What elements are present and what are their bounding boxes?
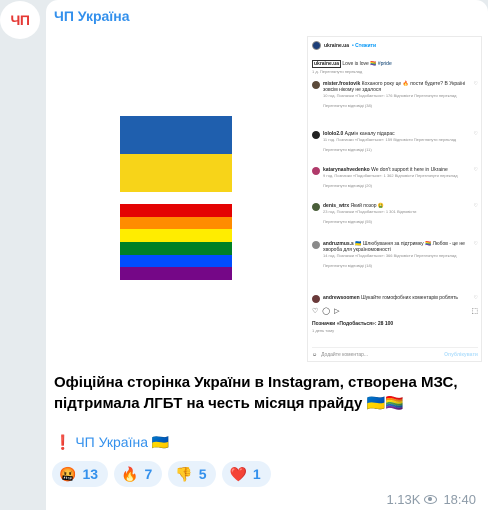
- channel-link[interactable]: ❗ ЧП Україна 🇺🇦: [54, 434, 169, 451]
- ig-comment: lololo2.0 Адмін каналу підарас 11 год. По…: [312, 131, 478, 153]
- emoji-icon: ☺: [312, 352, 318, 358]
- ig-action-bar: ♡ ◯ ▷ ⬚: [312, 307, 478, 315]
- eye-icon: [424, 495, 438, 504]
- ig-avatar: [312, 41, 321, 50]
- ig-caption-meta: 1 д. Переглянути переклад: [312, 69, 363, 74]
- ig-comment-avatar: [312, 131, 320, 139]
- views-count: 1.13K: [386, 492, 421, 507]
- reaction-button[interactable]: ❤️ 1: [222, 461, 271, 487]
- channel-link-text[interactable]: ЧП Україна 🇺🇦: [75, 434, 169, 450]
- rainbow-stripe: [120, 216, 232, 230]
- ig-date: 1 день тому: [312, 328, 335, 333]
- ig-comment-meta: 10 год. Позначки «Подобається»: 176 Відп…: [323, 93, 457, 98]
- ig-comment-replies: Переглянути відповіді (38): [323, 103, 373, 108]
- ig-comment: mister.frostovik Коханого року це 🔥 пост…: [312, 81, 478, 109]
- avatar-text: ЧП: [10, 12, 30, 28]
- reaction-count: 13: [82, 466, 99, 482]
- ig-comment-meta: 23 год. Позначки «Подобається»: 1 301 Ві…: [323, 209, 417, 214]
- rainbow-stripe: [120, 204, 232, 217]
- ig-comment-avatar: [312, 81, 320, 89]
- ig-comment-replies: Переглянути відповіді (11): [323, 147, 372, 152]
- like-icon: ♡: [312, 308, 319, 315]
- ig-username: ukraine.ua: [324, 42, 350, 49]
- ig-caption-user: ukraine.ua: [312, 60, 342, 68]
- share-icon: ▷: [334, 308, 340, 315]
- reaction-count: 1: [252, 466, 261, 482]
- ig-caption-tag: #pride: [377, 61, 392, 67]
- ig-comment: andruzmus.s 🇺🇦 Шлюбування за підтримку 🏳…: [312, 241, 478, 269]
- ukraine-flag: [120, 116, 232, 192]
- ig-caption: ukraine.ua Love is love 🏳️‍🌈 #pride 1 д.…: [312, 60, 478, 74]
- ig-comment: katarynashvedenko We don't support it he…: [312, 167, 478, 189]
- message-photo[interactable]: ukraine.ua • Стежити ukraine.ua Love is …: [54, 28, 482, 362]
- rainbow-stripe: [120, 267, 232, 280]
- reactions-bar: 🤬 13 🔥 7 👎 5 ❤️ 1: [52, 461, 271, 487]
- reaction-count: 7: [144, 466, 153, 482]
- rainbow-stripe: [120, 241, 232, 255]
- heart-icon: ♡: [473, 295, 478, 301]
- ig-comment-meta: 11 год. Позначки «Подобається»: 159 Відп…: [323, 137, 457, 142]
- ig-comment: denis_wtrx Який позор 🤮 23 год. Позначки …: [312, 203, 478, 225]
- ig-comment-meta: 14 год. Позначки «Подобається»: 366 Відп…: [323, 253, 457, 258]
- reaction-count: 5: [198, 466, 207, 482]
- heart-icon: ♡: [473, 167, 478, 173]
- heart-icon: ♡: [473, 203, 478, 209]
- ig-comment-avatar: [312, 203, 320, 211]
- ig-comment-replies: Переглянути відповіді (20): [323, 183, 373, 188]
- ig-likes: Позначки «Подобається»: 28 100: [312, 321, 394, 327]
- message-footer: 1.13K 18:40: [386, 492, 476, 507]
- message-bubble: ЧП Україна ukraine.ua • Стежити ukraine.…: [46, 0, 488, 510]
- ig-comment-avatar: [312, 167, 320, 175]
- instagram-screenshot: ukraine.ua • Стежити ukraine.ua Love is …: [307, 36, 482, 362]
- reaction-emoji-icon: 🔥: [121, 465, 139, 482]
- comment-icon: ◯: [322, 308, 331, 315]
- ig-comment-user: andrewsoomen: [323, 295, 360, 301]
- reaction-emoji-icon: 👎: [175, 465, 193, 482]
- ig-caption-text: Love is love 🏳️‍🌈: [342, 61, 377, 67]
- ig-post-button: Опублікувати: [444, 352, 478, 358]
- ig-comment-replies: Переглянути відповіді (55): [323, 219, 373, 224]
- ig-add-comment-placeholder: Додайте коментар...: [321, 352, 369, 358]
- ig-comment-avatar: [312, 295, 320, 303]
- reaction-button[interactable]: 🤬 13: [52, 461, 109, 487]
- ig-follow: • Стежити: [352, 42, 377, 49]
- channel-avatar[interactable]: ЧП: [0, 1, 40, 39]
- reaction-button[interactable]: 🔥 7: [114, 461, 163, 487]
- channel-name[interactable]: ЧП Україна: [54, 8, 130, 24]
- ig-comment-text: Шукайте гомофобних коментарів роблять: [361, 295, 459, 301]
- heart-icon: ♡: [473, 131, 478, 137]
- rainbow-flag: [120, 204, 232, 280]
- rainbow-stripe: [120, 254, 232, 268]
- reaction-emoji-icon: 🤬: [59, 465, 77, 482]
- ig-comment-avatar: [312, 241, 320, 249]
- reaction-emoji-icon: ❤️: [229, 465, 247, 482]
- ig-comment-replies: Переглянути відповіді (18): [323, 263, 373, 268]
- ig-header: ukraine.ua • Стежити: [312, 41, 376, 50]
- heart-icon: ♡: [473, 81, 478, 87]
- rainbow-stripe: [120, 229, 232, 242]
- message-time: 18:40: [443, 492, 476, 507]
- ig-comment-meta: 9 год. Позначки «Подобається»: 1 362 Від…: [323, 173, 458, 178]
- message-text: Офіційна сторінка України в Instagram, с…: [54, 374, 458, 412]
- exclamation-icon: ❗: [54, 434, 72, 450]
- save-icon: ⬚: [471, 308, 478, 315]
- ig-add-comment: ☺ Додайте коментар... Опублікувати: [312, 347, 478, 358]
- ig-comment: andrewsoomen Шукайте гомофобних коментар…: [312, 295, 478, 305]
- reaction-button[interactable]: 👎 5: [168, 461, 217, 487]
- heart-icon: ♡: [473, 241, 478, 247]
